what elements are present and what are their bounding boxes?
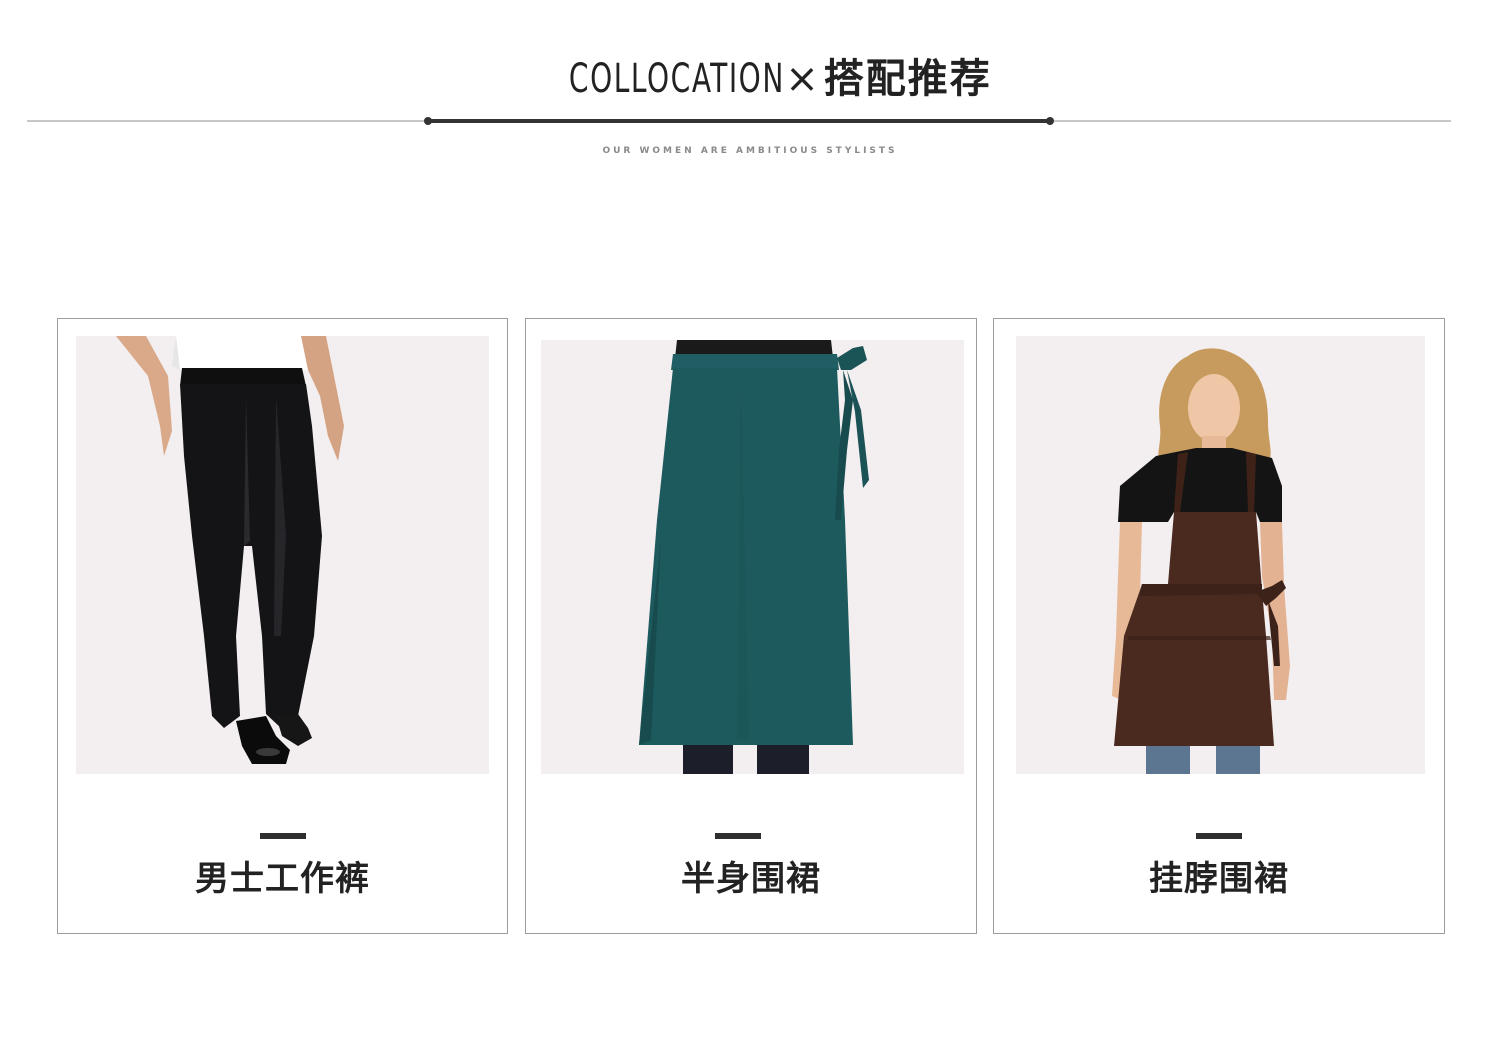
product-label[interactable]: 挂脖围裙 bbox=[994, 851, 1444, 900]
divider-dot-left bbox=[424, 117, 432, 125]
bib-apron-photo[interactable] bbox=[1016, 336, 1425, 774]
collocation-section: COLLOCATION× 搭配推荐 OUR WOMEN ARE AMBITIOUS… bbox=[0, 0, 1500, 1047]
mens-work-pants-photo[interactable] bbox=[76, 336, 489, 774]
section-title-en: COLLOCATION bbox=[569, 56, 786, 102]
product-label[interactable]: 男士工作裤 bbox=[58, 851, 507, 900]
product-card-mens-pants[interactable]: 男士工作裤 bbox=[57, 318, 508, 934]
title-separator: × bbox=[785, 56, 820, 102]
product-label[interactable]: 半身围裙 bbox=[526, 851, 976, 900]
product-card-half-apron[interactable]: 半身围裙 bbox=[525, 318, 977, 934]
product-card-bib-apron[interactable]: 挂脖围裙 bbox=[993, 318, 1445, 934]
label-dash bbox=[715, 833, 761, 839]
divider-dot-right bbox=[1046, 117, 1054, 125]
section-subtitle: OUR WOMEN ARE AMBITIOUS STYLISTS bbox=[602, 146, 898, 156]
header-divider-thick bbox=[428, 119, 1050, 123]
section-title-zh: 搭配推荐 bbox=[823, 56, 992, 102]
section-title: COLLOCATION× 搭配推荐 bbox=[0, 46, 1500, 104]
half-apron-photo[interactable] bbox=[541, 340, 964, 774]
label-dash bbox=[260, 833, 306, 839]
label-dash bbox=[1196, 833, 1242, 839]
